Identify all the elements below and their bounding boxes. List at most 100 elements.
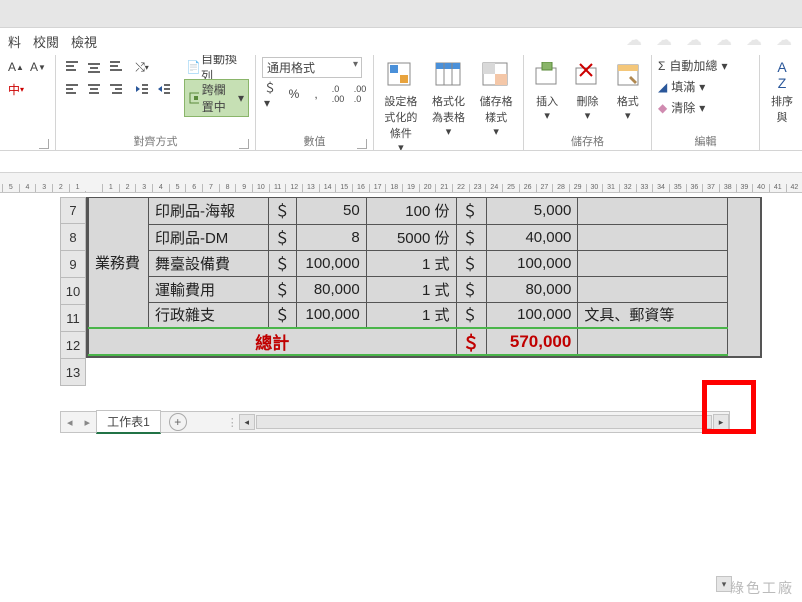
sort-filter-button[interactable]: AZ 排序與 (766, 57, 798, 125)
align-top-button[interactable] (62, 57, 82, 77)
currency-cell[interactable]: ＄ (268, 198, 296, 224)
cell-styles-button[interactable]: 儲存格樣式 ▾ (475, 57, 517, 138)
row-header[interactable]: 8 (60, 224, 86, 251)
format-as-table-button[interactable]: 格式化為表格 ▾ (428, 57, 470, 138)
fill-button[interactable]: ◢ 填滿 ▾ (658, 78, 705, 95)
price-cell[interactable]: 50 (296, 198, 366, 224)
increase-decimal-button[interactable]: .0.00 (328, 84, 348, 104)
delete-cells-button[interactable]: 刪除 ▾ (570, 57, 604, 122)
sheet-tab-active[interactable]: 工作表1 (96, 410, 161, 434)
price-cell[interactable]: 100,000 (296, 302, 366, 328)
phonetic-guide-button[interactable]: 中▾ (6, 79, 26, 99)
table-row[interactable]: 行政雜支＄100,0001 式＄100,000文具、郵資等 (89, 302, 728, 328)
decrease-decimal-button[interactable]: .00.0 (350, 84, 370, 104)
data-grid[interactable]: 業務費印刷品-海報＄50100 份＄5,000印刷品-DM＄85000 份＄40… (86, 197, 762, 358)
tab-data[interactable]: 料 (8, 32, 21, 51)
item-cell[interactable]: 運輸費用 (148, 276, 268, 302)
ruler-tick: 6 (185, 184, 202, 192)
format-cells-button[interactable]: 格式 ▾ (611, 57, 645, 122)
price-cell[interactable]: 80,000 (296, 276, 366, 302)
currency-cell[interactable]: ＄ (456, 198, 486, 224)
currency-cell[interactable]: ＄ (268, 302, 296, 328)
align-middle-button[interactable] (84, 57, 104, 77)
amount-cell[interactable]: 100,000 (486, 250, 578, 276)
currency-cell[interactable]: ＄ (268, 224, 296, 250)
note-cell[interactable] (578, 250, 728, 276)
wrap-text-button[interactable]: 📄 自動換列 (184, 57, 249, 77)
decrease-font-button[interactable]: A▼ (28, 57, 48, 77)
conditional-formatting-button[interactable]: 設定格式化的條件 ▾ (380, 57, 422, 151)
quantity-cell[interactable]: 1 式 (366, 302, 456, 328)
total-row[interactable]: 總計＄570,000 (89, 328, 728, 355)
increase-font-button[interactable]: A▲ (6, 57, 26, 77)
amount-cell[interactable]: 5,000 (486, 198, 578, 224)
sheet-nav-next[interactable]: ▸ (79, 416, 97, 429)
price-cell[interactable]: 8 (296, 224, 366, 250)
category-cell[interactable]: 業務費 (89, 198, 149, 328)
tab-review[interactable]: 校閱 (33, 32, 59, 51)
autosum-button[interactable]: Σ 自動加總 ▾ (658, 57, 727, 74)
scroll-track[interactable] (256, 415, 712, 429)
row-header[interactable]: 9 (60, 251, 86, 278)
note-cell[interactable] (578, 224, 728, 250)
accounting-format-button[interactable]: ＄ ▾ (262, 84, 282, 104)
sheet-nav-prev[interactable]: ◂ (61, 416, 79, 429)
quantity-cell[interactable]: 5000 份 (366, 224, 456, 250)
currency-cell[interactable]: ＄ (456, 276, 486, 302)
currency-cell[interactable]: ＄ (456, 302, 486, 328)
total-note-cell[interactable] (578, 328, 728, 355)
note-cell[interactable] (578, 276, 728, 302)
table-row[interactable]: 運輸費用＄80,0001 式＄80,000 (89, 276, 728, 302)
align-center-button[interactable] (84, 79, 104, 99)
row-header[interactable]: 13 (60, 359, 86, 386)
orientation-button[interactable]: ⤭▾ (132, 57, 152, 77)
align-bottom-button[interactable] (106, 57, 126, 77)
note-cell[interactable] (578, 198, 728, 224)
scroll-right-button[interactable]: ▸ (713, 414, 729, 430)
decrease-indent-button[interactable] (132, 79, 152, 99)
tab-view[interactable]: 檢視 (71, 32, 97, 51)
align-right-button[interactable] (106, 79, 126, 99)
clear-button[interactable]: ◆ 清除 ▾ (658, 99, 705, 116)
scroll-left-button[interactable]: ◂ (239, 414, 255, 430)
percent-format-button[interactable]: % (284, 84, 304, 104)
dialog-launcher-icon[interactable] (39, 139, 49, 149)
row-header[interactable]: 7 (60, 197, 86, 224)
amount-cell[interactable]: 40,000 (486, 224, 578, 250)
merge-center-button[interactable]: 跨欄置中 ▾ (184, 79, 249, 117)
amount-cell[interactable]: 100,000 (486, 302, 578, 328)
item-cell[interactable]: 舞臺設備費 (148, 250, 268, 276)
comma-format-button[interactable]: , (306, 84, 326, 104)
item-cell[interactable]: 印刷品-DM (148, 224, 268, 250)
note-cell[interactable]: 文具、郵資等 (578, 302, 728, 328)
align-left-button[interactable] (62, 79, 82, 99)
row-header[interactable]: 12 (60, 332, 86, 359)
dialog-launcher-icon[interactable] (357, 139, 367, 149)
insert-cells-button[interactable]: 插入 ▾ (530, 57, 564, 122)
total-amount-cell[interactable]: 570,000 (486, 328, 578, 355)
currency-cell[interactable]: ＄ (456, 250, 486, 276)
row-header[interactable]: 10 (60, 278, 86, 305)
number-format-combo[interactable]: 通用格式 (262, 57, 362, 78)
add-sheet-button[interactable]: + (169, 413, 187, 431)
amount-cell[interactable]: 80,000 (486, 276, 578, 302)
horizontal-scrollbar[interactable]: ⋮ ◂ ▸ (227, 414, 729, 430)
table-row[interactable]: 舞臺設備費＄100,0001 式＄100,000 (89, 250, 728, 276)
currency-cell[interactable]: ＄ (268, 250, 296, 276)
row-header[interactable]: 11 (60, 305, 86, 332)
currency-cell[interactable]: ＄ (268, 276, 296, 302)
total-currency-cell[interactable]: ＄ (456, 328, 486, 355)
increase-indent-button[interactable] (154, 79, 174, 99)
item-cell[interactable]: 行政雜支 (148, 302, 268, 328)
quantity-cell[interactable]: 1 式 (366, 276, 456, 302)
sheet-tab-bar: ◂ ▸ 工作表1 + ⋮ ◂ ▸ (60, 411, 730, 433)
table-row[interactable]: 業務費印刷品-海報＄50100 份＄5,000 (89, 198, 728, 224)
dialog-launcher-icon[interactable] (239, 139, 249, 149)
total-label-cell[interactable]: 總計 (89, 328, 457, 355)
item-cell[interactable]: 印刷品-海報 (148, 198, 268, 224)
currency-cell[interactable]: ＄ (456, 224, 486, 250)
quantity-cell[interactable]: 100 份 (366, 198, 456, 224)
quantity-cell[interactable]: 1 式 (366, 250, 456, 276)
table-row[interactable]: 印刷品-DM＄85000 份＄40,000 (89, 224, 728, 250)
price-cell[interactable]: 100,000 (296, 250, 366, 276)
